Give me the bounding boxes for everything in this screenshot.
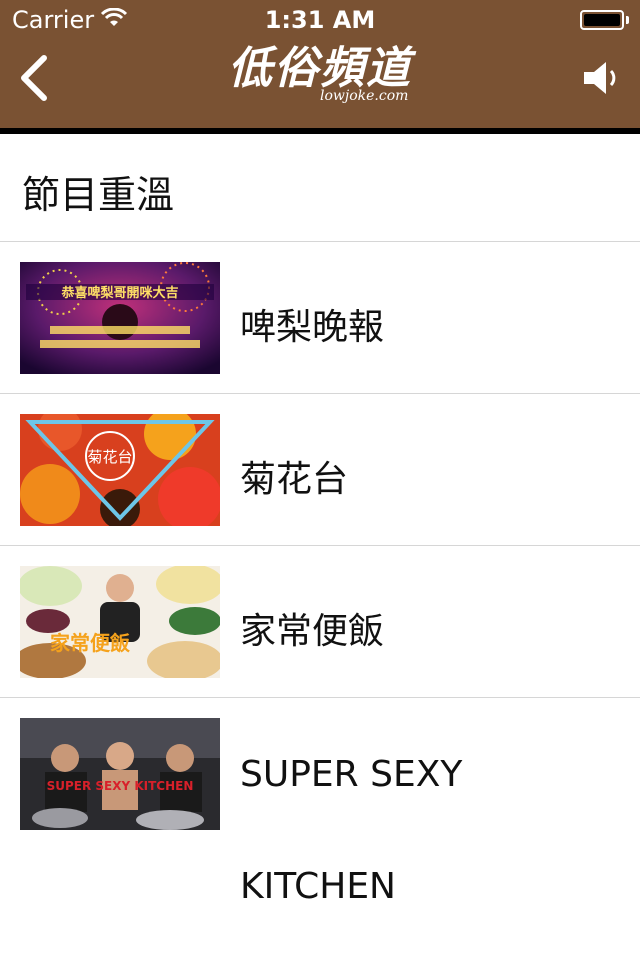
chevron-left-icon[interactable] [14, 54, 54, 102]
program-label: 家常便飯 [240, 611, 385, 652]
program-row-home-cooking[interactable]: 家常便飯 家常便飯 [0, 546, 640, 697]
program-label: 菊花台 [240, 459, 349, 500]
thumb-text: 家常便飯 [50, 631, 130, 655]
section-title: 節目重溫 [22, 173, 175, 217]
program-thumbnail: 菊花台 [20, 414, 220, 526]
program-label: 啤梨晚報 [240, 307, 385, 348]
program-row-super-sexy-kitchen[interactable]: SUPER SEXY KITCHEN SUPER SEXY KITCHEN [0, 698, 640, 960]
brand-logo: 低俗頻道 lowjoke.com [220, 30, 420, 112]
program-row-chrysanthemum[interactable]: 菊花台 菊花台 [0, 394, 640, 545]
program-label-line1: SUPER SEXY [240, 754, 463, 795]
thumb-text: 恭喜啤梨哥開咪大吉 [60, 285, 178, 301]
speaker-icon[interactable] [580, 56, 624, 100]
logo-url: lowjoke.com [320, 88, 409, 104]
program-label-line2: KITCHEN [240, 866, 396, 907]
program-thumbnail: SUPER SEXY KITCHEN [20, 718, 220, 830]
program-thumbnail: 家常便飯 [20, 566, 220, 678]
battery-icon [580, 10, 624, 30]
thumb-text: 菊花台 [87, 448, 132, 466]
thumb-text: SUPER SEXY KITCHEN [47, 779, 194, 793]
logo-chinese: 低俗頻道 [228, 43, 412, 94]
program-thumbnail: 恭喜啤梨哥開咪大吉 [20, 262, 220, 374]
battery-tip [626, 16, 629, 24]
nav-bar-border [0, 128, 640, 134]
program-row-pear-news[interactable]: 恭喜啤梨哥開咪大吉 啤梨晚報 [0, 242, 640, 393]
